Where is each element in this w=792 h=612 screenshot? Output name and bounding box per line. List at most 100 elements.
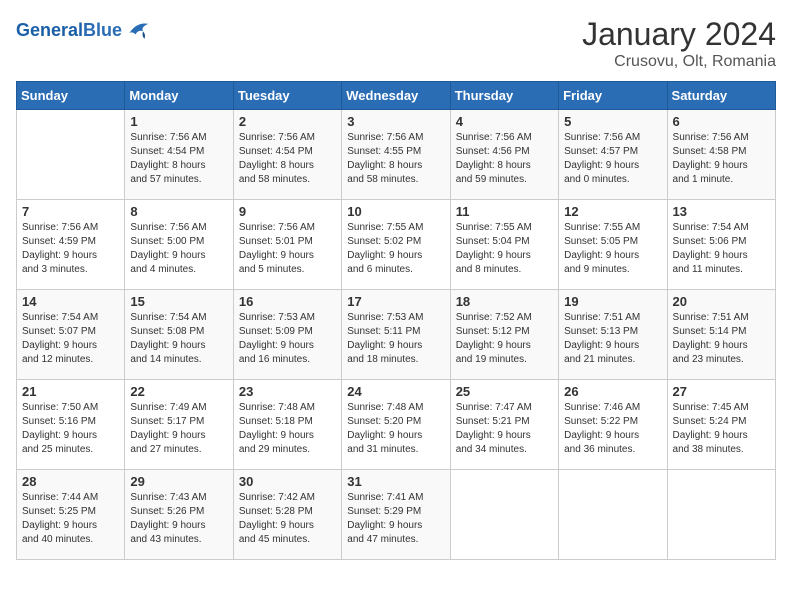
day-info: Sunrise: 7:44 AM Sunset: 5:25 PM Dayligh… [22, 491, 119, 547]
day-number: 17 [347, 294, 444, 309]
calendar-cell: 3Sunrise: 7:56 AM Sunset: 4:55 PM Daylig… [342, 110, 450, 200]
calendar-cell: 27 Sunrise: 7:45 AM Sunset: 5:24 PM Dayli… [667, 380, 775, 470]
calendar-cell: 20Sunrise: 7:51 AM Sunset: 5:14 PM Dayli… [667, 290, 775, 380]
calendar-cell: 24Sunrise: 7:48 AM Sunset: 5:20 PM Dayli… [342, 380, 450, 470]
calendar-cell: 25 Sunrise: 7:47 AM Sunset: 5:21 PM Dayli… [450, 380, 558, 470]
calendar-subtitle: Crusovu, Olt, Romania [582, 53, 776, 71]
day-info: Sunrise: 7:56 AM Sunset: 4:57 PM Dayligh… [564, 131, 661, 187]
day-info: Sunrise: 7:53 AM Sunset: 5:11 PM Dayligh… [347, 311, 444, 367]
day-number: 24 [347, 384, 444, 399]
day-number: 29 [130, 474, 227, 489]
calendar-header-row: SundayMondayTuesdayWednesdayThursdayFrid… [17, 82, 776, 110]
day-info: Sunrise: 7:43 AM Sunset: 5:26 PM Dayligh… [130, 491, 227, 547]
logo-general: General [16, 20, 83, 40]
day-number: 30 [239, 474, 336, 489]
day-number: 7 [22, 204, 119, 219]
day-number: 12 [564, 204, 661, 219]
day-info: Sunrise: 7:56 AM Sunset: 4:54 PM Dayligh… [239, 131, 336, 187]
day-info: Sunrise: 7:55 AM Sunset: 5:02 PM Dayligh… [347, 221, 444, 277]
calendar-table: SundayMondayTuesdayWednesdayThursdayFrid… [16, 81, 776, 560]
calendar-cell: 6 Sunrise: 7:56 AM Sunset: 4:58 PM Daylig… [667, 110, 775, 200]
calendar-cell: 8Sunrise: 7:56 AM Sunset: 5:00 PM Daylig… [125, 200, 233, 290]
day-info: Sunrise: 7:47 AM Sunset: 5:21 PM Dayligh… [456, 401, 553, 457]
calendar-cell: 16Sunrise: 7:53 AM Sunset: 5:09 PM Dayli… [233, 290, 341, 380]
calendar-cell: 12 Sunrise: 7:55 AM Sunset: 5:05 PM Dayli… [559, 200, 667, 290]
calendar-cell: 21Sunrise: 7:50 AM Sunset: 5:16 PM Dayli… [17, 380, 125, 470]
day-info: Sunrise: 7:49 AM Sunset: 5:17 PM Dayligh… [130, 401, 227, 457]
calendar-cell: 17 Sunrise: 7:53 AM Sunset: 5:11 PM Dayli… [342, 290, 450, 380]
day-number: 10 [347, 204, 444, 219]
day-number: 8 [130, 204, 227, 219]
calendar-cell: 7 Sunrise: 7:56 AM Sunset: 4:59 PM Daylig… [17, 200, 125, 290]
logo-blue: Blue [83, 20, 122, 40]
day-number: 25 [456, 384, 553, 399]
calendar-cell [559, 470, 667, 560]
calendar-week-row: 7 Sunrise: 7:56 AM Sunset: 4:59 PM Daylig… [17, 200, 776, 290]
day-number: 15 [130, 294, 227, 309]
day-info: Sunrise: 7:46 AM Sunset: 5:22 PM Dayligh… [564, 401, 661, 457]
day-number: 21 [22, 384, 119, 399]
day-info: Sunrise: 7:55 AM Sunset: 5:05 PM Dayligh… [564, 221, 661, 277]
logo-bird-icon [122, 16, 152, 46]
day-info: Sunrise: 7:42 AM Sunset: 5:28 PM Dayligh… [239, 491, 336, 547]
day-number: 18 [456, 294, 553, 309]
day-number: 23 [239, 384, 336, 399]
day-number: 2 [239, 114, 336, 129]
day-number: 20 [673, 294, 770, 309]
title-section: January 2024 Crusovu, Olt, Romania [582, 16, 776, 71]
day-info: Sunrise: 7:56 AM Sunset: 4:59 PM Dayligh… [22, 221, 119, 277]
calendar-cell: 18 Sunrise: 7:52 AM Sunset: 5:12 PM Dayli… [450, 290, 558, 380]
calendar-cell [17, 110, 125, 200]
calendar-cell: 30 Sunrise: 7:42 AM Sunset: 5:28 PM Dayli… [233, 470, 341, 560]
calendar-cell: 26 Sunrise: 7:46 AM Sunset: 5:22 PM Dayli… [559, 380, 667, 470]
day-info: Sunrise: 7:55 AM Sunset: 5:04 PM Dayligh… [456, 221, 553, 277]
day-number: 1 [130, 114, 227, 129]
calendar-week-row: 21Sunrise: 7:50 AM Sunset: 5:16 PM Dayli… [17, 380, 776, 470]
day-number: 19 [564, 294, 661, 309]
weekday-header: Thursday [450, 82, 558, 110]
calendar-cell [450, 470, 558, 560]
weekday-header: Sunday [17, 82, 125, 110]
weekday-header: Monday [125, 82, 233, 110]
day-info: Sunrise: 7:56 AM Sunset: 4:56 PM Dayligh… [456, 131, 553, 187]
calendar-cell: 19Sunrise: 7:51 AM Sunset: 5:13 PM Dayli… [559, 290, 667, 380]
day-info: Sunrise: 7:56 AM Sunset: 4:58 PM Dayligh… [673, 131, 770, 187]
weekday-header: Tuesday [233, 82, 341, 110]
day-info: Sunrise: 7:54 AM Sunset: 5:06 PM Dayligh… [673, 221, 770, 277]
day-number: 16 [239, 294, 336, 309]
calendar-cell: 29 Sunrise: 7:43 AM Sunset: 5:26 PM Dayli… [125, 470, 233, 560]
weekday-header: Wednesday [342, 82, 450, 110]
calendar-cell: 10 Sunrise: 7:55 AM Sunset: 5:02 PM Dayli… [342, 200, 450, 290]
day-number: 22 [130, 384, 227, 399]
calendar-cell: 11 Sunrise: 7:55 AM Sunset: 5:04 PM Dayli… [450, 200, 558, 290]
calendar-cell: 23 Sunrise: 7:48 AM Sunset: 5:18 PM Dayli… [233, 380, 341, 470]
day-info: Sunrise: 7:45 AM Sunset: 5:24 PM Dayligh… [673, 401, 770, 457]
day-number: 27 [673, 384, 770, 399]
day-number: 31 [347, 474, 444, 489]
day-number: 26 [564, 384, 661, 399]
calendar-title: January 2024 [582, 16, 776, 53]
calendar-week-row: 1 Sunrise: 7:56 AM Sunset: 4:54 PM Daylig… [17, 110, 776, 200]
calendar-cell [667, 470, 775, 560]
day-info: Sunrise: 7:41 AM Sunset: 5:29 PM Dayligh… [347, 491, 444, 547]
weekday-header: Friday [559, 82, 667, 110]
calendar-cell: 14Sunrise: 7:54 AM Sunset: 5:07 PM Dayli… [17, 290, 125, 380]
day-number: 3 [347, 114, 444, 129]
calendar-cell: 5Sunrise: 7:56 AM Sunset: 4:57 PM Daylig… [559, 110, 667, 200]
day-info: Sunrise: 7:56 AM Sunset: 5:01 PM Dayligh… [239, 221, 336, 277]
calendar-week-row: 14Sunrise: 7:54 AM Sunset: 5:07 PM Dayli… [17, 290, 776, 380]
logo: GeneralBlue [16, 16, 152, 46]
day-info: Sunrise: 7:48 AM Sunset: 5:18 PM Dayligh… [239, 401, 336, 457]
day-number: 4 [456, 114, 553, 129]
calendar-week-row: 28 Sunrise: 7:44 AM Sunset: 5:25 PM Dayli… [17, 470, 776, 560]
calendar-cell: 1Sunrise: 7:56 AM Sunset: 4:54 PM Daylig… [125, 110, 233, 200]
day-number: 6 [673, 114, 770, 129]
calendar-cell: 31 Sunrise: 7:41 AM Sunset: 5:29 PM Dayli… [342, 470, 450, 560]
day-info: Sunrise: 7:54 AM Sunset: 5:07 PM Dayligh… [22, 311, 119, 367]
day-info: Sunrise: 7:52 AM Sunset: 5:12 PM Dayligh… [456, 311, 553, 367]
calendar-cell: 4 Sunrise: 7:56 AM Sunset: 4:56 PM Daylig… [450, 110, 558, 200]
day-number: 28 [22, 474, 119, 489]
day-number: 13 [673, 204, 770, 219]
page-header: GeneralBlue January 2024 Crusovu, Olt, R… [16, 16, 776, 71]
day-number: 11 [456, 204, 553, 219]
